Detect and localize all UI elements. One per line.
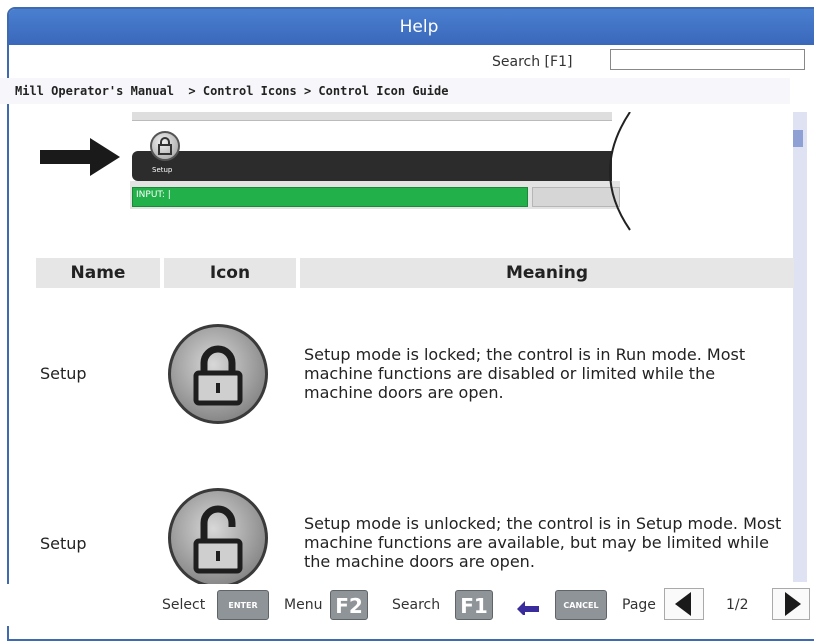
row-1-name: Setup [40,364,87,383]
search-label-toolbar: Search [392,597,441,613]
illustration-curve [609,112,631,231]
previous-page-button[interactable] [664,588,704,620]
breadcrumb[interactable]: Mill Operator's Manual > Control Icons >… [15,84,448,98]
f1-key-button[interactable]: F1 [455,590,493,620]
illustration-input-label: INPUT: | [136,190,171,200]
row-2-name: Setup [40,534,87,553]
menu-label: Menu [284,597,323,613]
row-1-meaning: Setup mode is locked; the control is in … [304,345,746,402]
search-label: Search [F1] [492,54,573,70]
select-label: Select [162,597,206,613]
f2-key-button[interactable]: F2 [330,590,368,620]
lock-open-icon [168,488,268,588]
column-header-meaning: Meaning [300,258,794,288]
table-header: Name Icon Meaning [36,258,794,288]
lock-closed-icon [168,324,268,424]
page-label: Page [622,597,656,613]
triangle-left-icon [675,592,691,616]
next-page-button[interactable] [772,588,810,620]
row-2-meaning: Setup mode is unlocked; the control is i… [304,514,782,571]
window-title: Help [9,9,814,45]
scrollbar-thumb[interactable] [793,130,803,147]
illustration-top-bar [132,112,612,121]
pointer-arrow-icon [40,138,120,176]
illustration-setup-label: Setup [152,166,173,174]
triangle-right-icon [785,592,801,616]
page-indicator: 1/2 [726,597,749,613]
illustration-input-bar [132,187,528,207]
column-header-icon: Icon [164,258,296,288]
illustration-setup-lock-icon [150,131,180,161]
enter-key-button[interactable]: ENTER [217,590,269,620]
illustration-status-bar [132,151,612,181]
cancel-key-button[interactable]: CANCEL [555,590,607,620]
column-header-name: Name [36,258,160,288]
back-arrow-icon[interactable] [515,597,541,615]
search-input[interactable] [610,49,805,70]
scrollbar[interactable] [793,112,807,582]
